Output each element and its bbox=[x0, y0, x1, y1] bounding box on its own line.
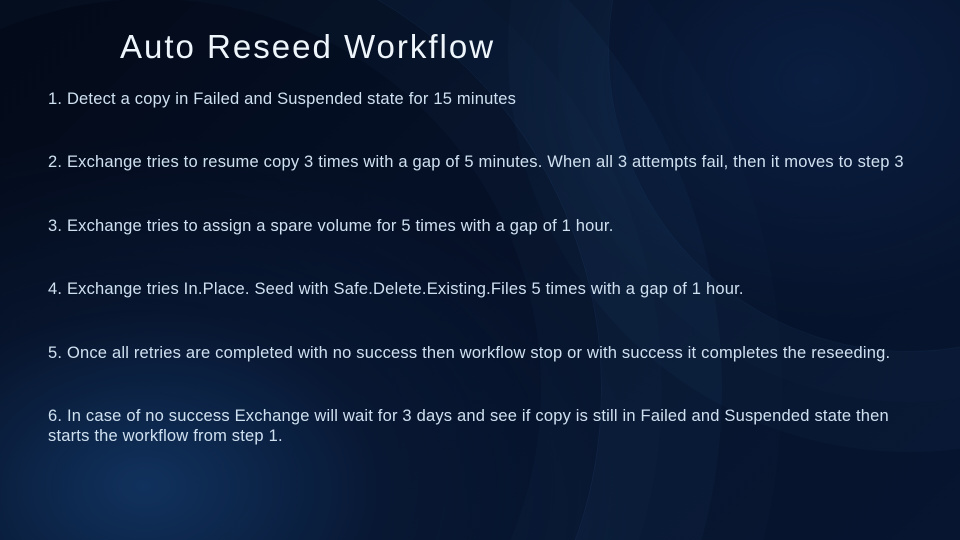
step-item: 4. Exchange tries In.Place. Seed with Sa… bbox=[48, 280, 912, 299]
step-item: 5. Once all retries are completed with n… bbox=[48, 344, 912, 363]
step-item: 3. Exchange tries to assign a spare volu… bbox=[48, 217, 912, 236]
step-item: 6. In case of no success Exchange will w… bbox=[48, 407, 912, 446]
slide-title: Auto Reseed Workflow bbox=[120, 28, 912, 66]
step-item: 1. Detect a copy in Failed and Suspended… bbox=[48, 90, 912, 109]
steps-list: 1. Detect a copy in Failed and Suspended… bbox=[48, 90, 912, 446]
slide: Auto Reseed Workflow 1. Detect a copy in… bbox=[0, 0, 960, 540]
step-item: 2. Exchange tries to resume copy 3 times… bbox=[48, 153, 912, 172]
